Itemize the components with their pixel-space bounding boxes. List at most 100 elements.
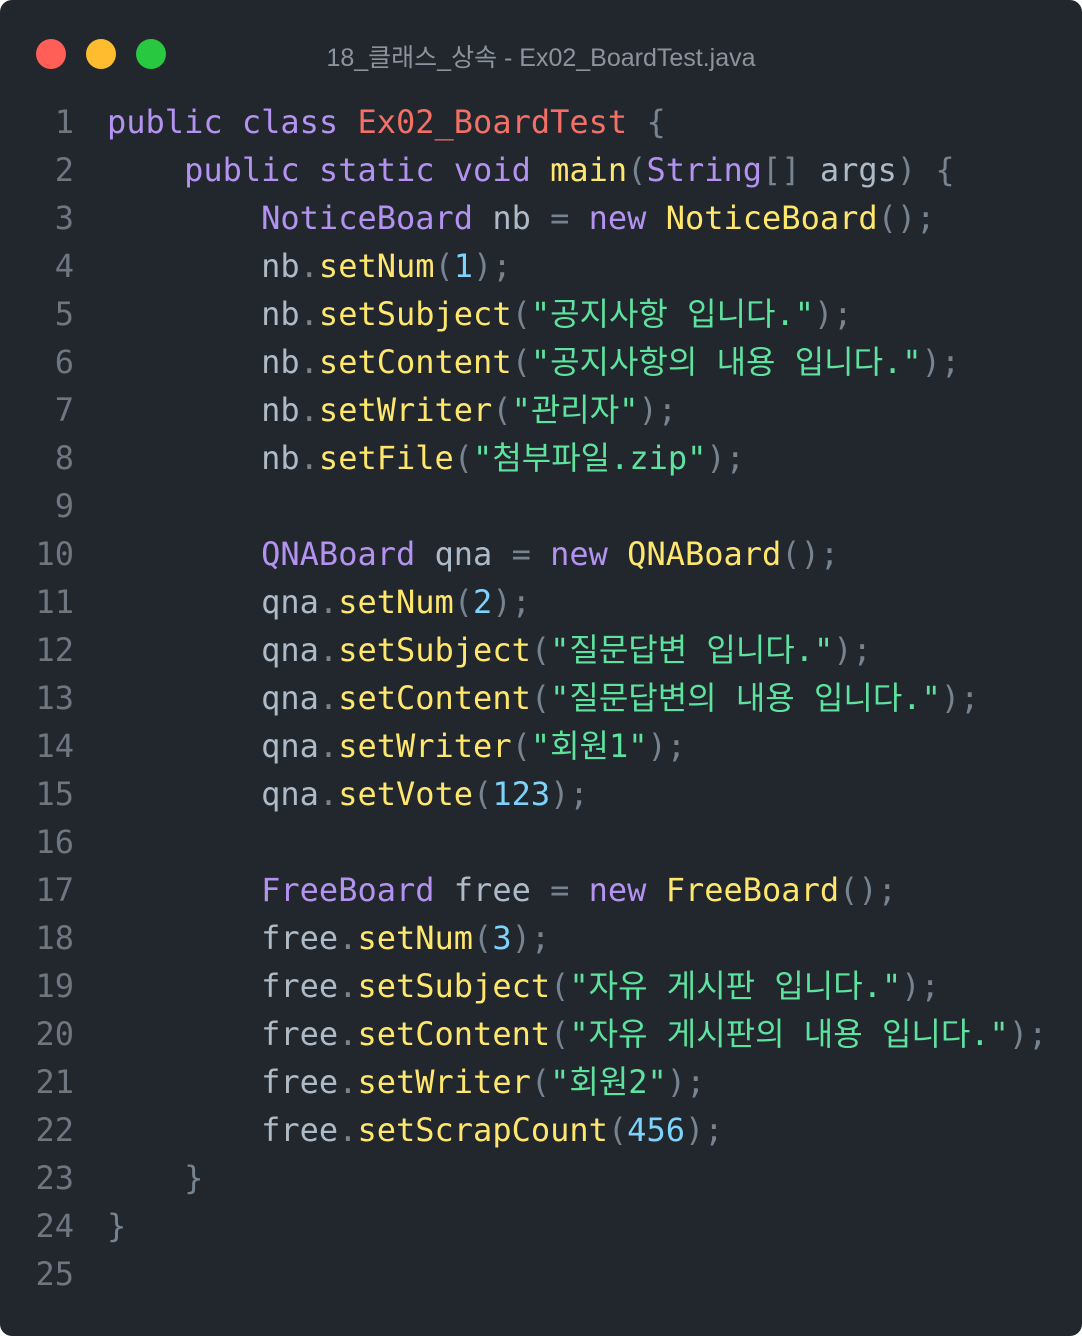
line-number: 1 [54,103,74,141]
identifier: nb [107,295,300,333]
keyword: new [550,535,628,573]
line-source: public class Ex02_BoardTest { [107,98,666,146]
function-name: setFile [318,439,454,477]
punctuation: . [299,247,319,285]
punctuation: ( [492,391,512,429]
punctuation: ); [550,775,589,813]
punctuation: ); [1008,1015,1048,1053]
punctuation: ( [530,631,551,669]
line-number: 21 [35,1063,74,1101]
punctuation: ); [921,343,961,381]
identifier: free [107,1063,339,1101]
function-name: main [550,151,628,189]
line-number: 6 [54,343,74,381]
line-number: 2 [54,151,74,189]
punctuation: } [107,1207,127,1245]
function-name: setWriter [318,391,493,429]
string-literal: "공지사항 입니다." [530,295,814,333]
punctuation: . [338,919,358,957]
line-number: 12 [35,631,74,669]
punctuation: ( [511,295,531,333]
number-literal: 2 [473,583,493,621]
identifier [107,871,261,909]
identifier: nb [107,439,300,477]
number-literal: 456 [627,1111,685,1149]
punctuation: ); [473,247,512,285]
identifier [107,151,184,189]
punctuation: ); [833,631,872,669]
line-source: FreeBoard free = new FreeBoard(); [107,866,897,914]
punctuation: . [299,391,319,429]
keyword: String [646,151,763,189]
line-source: } [107,1202,126,1250]
identifier: qna [107,727,319,765]
line-source: nb.setSubject("공지사항 입니다."); [107,290,852,338]
punctuation: ( [473,775,493,813]
punctuation: . [338,967,358,1005]
line-source: QNABoard qna = new QNABoard(); [107,530,839,578]
punctuation: ); [638,391,677,429]
punctuation: ); [706,439,745,477]
line-number: 3 [54,199,74,237]
punctuation: . [299,439,319,477]
punctuation: = [550,199,589,237]
string-literal: "회원1" [530,727,648,765]
line-source: } [107,1154,203,1202]
punctuation: ); [492,583,531,621]
punctuation: ( [550,1015,570,1053]
punctuation: ); [647,727,687,765]
keyword: new [588,199,666,237]
function-name: setScrapCount [357,1111,608,1149]
string-literal: "자유 게시판 입니다." [569,967,902,1005]
punctuation: ); [511,919,551,957]
number-literal: 123 [492,775,551,813]
line-number: 4 [54,247,74,285]
identifier: qna [107,583,319,621]
punctuation: ( [550,967,570,1005]
line-source: public static void main(String[] args) { [107,146,955,194]
identifier: qna [434,535,512,573]
number-literal: 1 [453,247,474,285]
code-window: 18_클래스_상속 - Ex02_BoardTest.java 1 public … [0,0,1082,1336]
punctuation: = [511,535,551,573]
line-source: qna.setWriter("회원1"); [107,722,686,770]
punctuation: ( [453,583,474,621]
punctuation: ) { [896,151,955,189]
punctuation: . [338,1111,358,1149]
punctuation: . [318,583,339,621]
punctuation: = [550,871,589,909]
line-number: 13 [35,679,74,717]
identifier: nb [107,247,300,285]
line-number: 8 [54,439,74,477]
function-name: setWriter [338,727,512,765]
punctuation: } [107,1159,204,1197]
punctuation: (); [781,535,840,573]
line-source: free.setScrapCount(456); [107,1106,723,1154]
punctuation: ( [607,1111,628,1149]
line-number: 25 [35,1255,74,1293]
punctuation: [] [762,151,820,189]
line-number: 22 [35,1111,74,1149]
string-literal: "첨부파일.zip" [473,439,707,477]
keyword: new [588,871,666,909]
string-literal: "관리자" [511,391,639,429]
punctuation: (); [877,199,936,237]
line-source: nb.setNum(1); [107,242,512,290]
line-number: 7 [54,391,74,429]
line-number: 16 [35,823,74,861]
punctuation: ); [666,1063,706,1101]
identifier: qna [107,631,319,669]
line-source: free.setNum(3); [107,914,550,962]
function-name: setWriter [357,1063,531,1101]
function-name: NoticeBoard [665,199,878,237]
keyword: public class [107,103,358,141]
function-name: setContent [338,679,531,717]
punctuation: ( [453,439,474,477]
function-name: setVote [338,775,474,813]
identifier: qna [107,679,319,717]
punctuation: ( [511,343,531,381]
line-number: 17 [35,871,74,909]
line-number: 20 [35,1015,74,1053]
punctuation: . [318,775,339,813]
line-source: qna.setContent("질문답변의 내용 입니다."); [107,674,979,722]
